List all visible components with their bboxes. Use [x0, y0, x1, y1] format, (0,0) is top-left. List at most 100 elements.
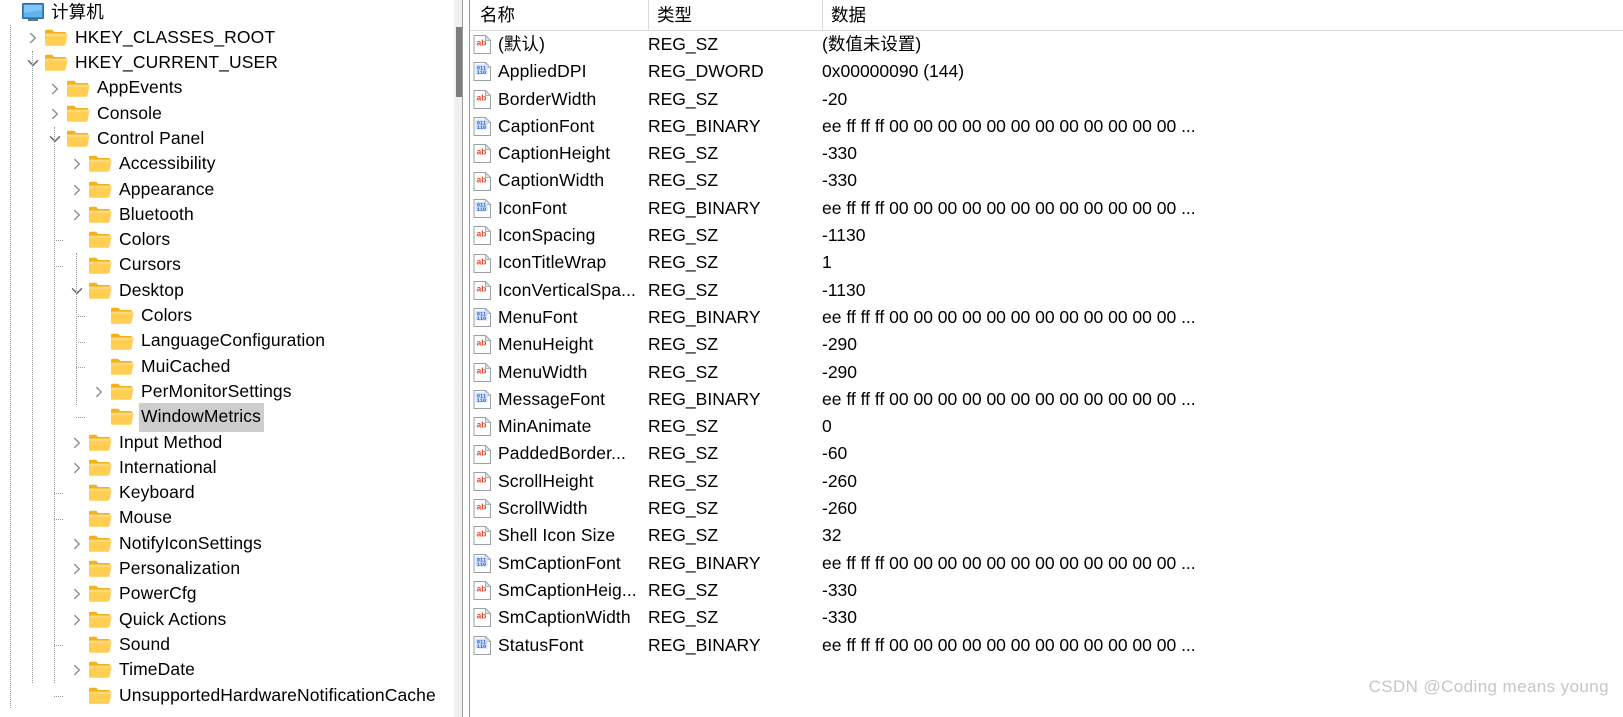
tree-item-personalization[interactable]: Personalization: [0, 557, 462, 582]
value-row[interactable]: 011 110 StatusFont REG_BINARY ee ff ff ff 00…: [470, 632, 1623, 659]
registry-key-tree[interactable]: 计算机 HKEY_CLASSES_ROOT HKEY_CURRENT_USER App…: [0, 0, 462, 709]
chevron-right-icon[interactable]: [22, 25, 44, 50]
value-list-body[interactable]: ab (默认) REG_SZ (数值未设置) 011 110 AppliedDPI REG_D…: [470, 31, 1623, 659]
tree-item-unsupportedhardwarenotificationcache[interactable]: UnsupportedHardwareNotificationCache: [0, 683, 462, 708]
tree-item-keyboard[interactable]: Keyboard: [0, 481, 462, 506]
chevron-right-icon[interactable]: [44, 76, 66, 101]
tree-item-desktop[interactable]: Desktop: [0, 278, 462, 303]
value-row[interactable]: 011 110 MenuFont REG_BINARY ee ff ff ff 00 0…: [470, 304, 1623, 331]
tree-item-colors[interactable]: Colors: [0, 304, 462, 329]
chevron-right-icon[interactable]: [66, 177, 88, 202]
tree-item-appevents[interactable]: AppEvents: [0, 76, 462, 101]
folder-icon: [88, 686, 112, 706]
tree-scrollbar-thumb[interactable]: [456, 27, 462, 97]
chevron-right-icon[interactable]: [66, 658, 88, 683]
chevron-right-icon[interactable]: [66, 455, 88, 480]
value-name-cell: 011 110 MenuFont: [472, 304, 578, 331]
chevron-right-icon[interactable]: [66, 557, 88, 582]
tree-item-bluetooth[interactable]: Bluetooth: [0, 202, 462, 227]
registry-value-list-pane[interactable]: 名称 类型 数据 ab (默认) REG_SZ (数值未设置) 011 110 Applie…: [470, 0, 1623, 717]
value-row[interactable]: ab IconTitleWrap REG_SZ 1: [470, 249, 1623, 276]
value-row[interactable]: 011 110 MessageFont REG_BINARY ee ff ff ff 0…: [470, 386, 1623, 413]
value-row[interactable]: ab (默认) REG_SZ (数值未设置): [470, 31, 1623, 58]
chevron-right-icon[interactable]: [66, 202, 88, 227]
value-row[interactable]: ab ScrollWidth REG_SZ -260: [470, 495, 1623, 522]
tree-item-hkey-classes-root[interactable]: HKEY_CLASSES_ROOT: [0, 25, 462, 50]
value-row[interactable]: 011 110 IconFont REG_BINARY ee ff ff ff 00 0…: [470, 195, 1623, 222]
value-row[interactable]: ab BorderWidth REG_SZ -20: [470, 86, 1623, 113]
value-name-cell: ab MenuWidth: [472, 359, 587, 386]
tree-item-appearance[interactable]: Appearance: [0, 177, 462, 202]
tree-item-hkey-current-user[interactable]: HKEY_CURRENT_USER: [0, 51, 462, 76]
value-row[interactable]: ab CaptionHeight REG_SZ -330: [470, 140, 1623, 167]
tree-item-label: HKEY_CURRENT_USER: [75, 52, 278, 73]
binary-value-icon: 011 110: [472, 635, 493, 656]
value-row[interactable]: ab SmCaptionHeig... REG_SZ -330: [470, 577, 1623, 604]
tree-twisty-spacer: [88, 354, 110, 379]
registry-key-tree-pane[interactable]: 计算机 HKEY_CLASSES_ROOT HKEY_CURRENT_USER App…: [0, 0, 462, 717]
tree-item-label: Input Method: [119, 431, 223, 452]
tree-item-sound[interactable]: Sound: [0, 632, 462, 657]
value-type-cell: REG_SZ: [648, 252, 719, 273]
tree-item-accessibility[interactable]: Accessibility: [0, 152, 462, 177]
value-row[interactable]: ab ScrollHeight REG_SZ -260: [470, 468, 1623, 495]
column-header-type[interactable]: 类型: [648, 0, 822, 30]
tree-item-quick-actions[interactable]: Quick Actions: [0, 607, 462, 632]
value-row[interactable]: ab CaptionWidth REG_SZ -330: [470, 167, 1623, 194]
value-row[interactable]: ab MinAnimate REG_SZ 0: [470, 413, 1623, 440]
value-row[interactable]: ab MenuHeight REG_SZ -290: [470, 331, 1623, 358]
tree-twisty-spacer: [66, 683, 88, 708]
tree-item-languageconfiguration[interactable]: LanguageConfiguration: [0, 329, 462, 354]
value-type-cell: REG_SZ: [648, 279, 719, 300]
value-data-cell: ee ff ff ff 00 00 00 00 00 00 00 00 00 0…: [822, 552, 1196, 573]
tree-item-windowmetrics[interactable]: WindowMetrics: [0, 403, 462, 432]
chevron-down-icon[interactable]: [44, 126, 66, 151]
value-type-cell: REG_SZ: [648, 170, 719, 191]
chevron-right-icon[interactable]: [44, 101, 66, 126]
value-row[interactable]: 011 110 AppliedDPI REG_DWORD 0x00000090 (144…: [470, 58, 1623, 85]
tree-item-muicached[interactable]: MuiCached: [0, 354, 462, 379]
chevron-right-icon[interactable]: [66, 582, 88, 607]
value-row[interactable]: ab IconSpacing REG_SZ -1130: [470, 222, 1623, 249]
tree-item-mouse[interactable]: Mouse: [0, 506, 462, 531]
tree-item-permonitorsettings[interactable]: PerMonitorSettings: [0, 379, 462, 404]
chevron-right-icon[interactable]: [66, 152, 88, 177]
pane-splitter[interactable]: [462, 0, 470, 717]
tree-item-label: MuiCached: [141, 355, 231, 376]
tree-item-control-panel[interactable]: Control Panel: [0, 126, 462, 151]
value-name-label: MenuWidth: [498, 361, 588, 382]
chevron-right-icon[interactable]: [66, 531, 88, 556]
tree-twisty-spacer: [88, 304, 110, 329]
tree-item-[interactable]: 计算机: [0, 0, 462, 25]
value-row[interactable]: 011 110 SmCaptionFont REG_BINARY ee ff ff ff…: [470, 550, 1623, 577]
tree-vertical-scrollbar[interactable]: [454, 0, 462, 717]
tree-item-powercfg[interactable]: PowerCfg: [0, 582, 462, 607]
tree-item-notifyiconsettings[interactable]: NotifyIconSettings: [0, 531, 462, 556]
svg-text:ab: ab: [477, 338, 487, 348]
folder-icon: [110, 382, 134, 402]
tree-item-international[interactable]: International: [0, 455, 462, 480]
value-row[interactable]: 011 110 CaptionFont REG_BINARY ee ff ff ff 0…: [470, 113, 1623, 140]
tree-item-console[interactable]: Console: [0, 101, 462, 126]
chevron-right-icon[interactable]: [66, 430, 88, 455]
string-value-icon: ab: [472, 607, 493, 628]
chevron-down-icon[interactable]: [66, 278, 88, 303]
chevron-right-icon[interactable]: [66, 607, 88, 632]
chevron-right-icon[interactable]: [88, 379, 110, 404]
chevron-down-icon[interactable]: [22, 51, 44, 76]
tree-item-input-method[interactable]: Input Method: [0, 430, 462, 455]
svg-text:ab: ab: [477, 256, 487, 266]
column-header-data[interactable]: 数据: [822, 0, 1242, 30]
value-row[interactable]: ab Shell Icon Size REG_SZ 32: [470, 522, 1623, 549]
value-row[interactable]: ab MenuWidth REG_SZ -290: [470, 359, 1623, 386]
value-type-cell: REG_SZ: [648, 334, 719, 355]
string-value-icon: ab: [472, 143, 493, 164]
column-header-name[interactable]: 名称: [472, 0, 648, 30]
value-row[interactable]: ab SmCaptionWidth REG_SZ -330: [470, 604, 1623, 631]
tree-item-timedate[interactable]: TimeDate: [0, 658, 462, 683]
tree-item-colors[interactable]: Colors: [0, 228, 462, 253]
folder-icon: [88, 433, 112, 453]
tree-item-cursors[interactable]: Cursors: [0, 253, 462, 278]
value-row[interactable]: ab PaddedBorder... REG_SZ -60: [470, 440, 1623, 467]
value-row[interactable]: ab IconVerticalSpa... REG_SZ -1130: [470, 277, 1623, 304]
